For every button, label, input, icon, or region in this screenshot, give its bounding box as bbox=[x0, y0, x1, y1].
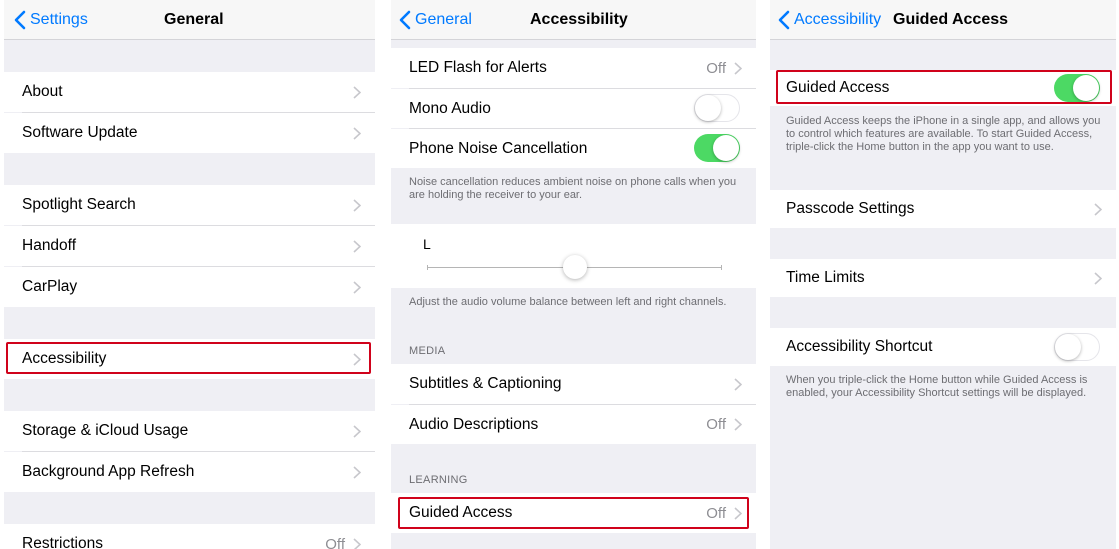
chevron-right-icon bbox=[1094, 271, 1102, 285]
row-background-refresh[interactable]: Background App Refresh bbox=[4, 452, 375, 492]
row-label: Accessibility bbox=[22, 350, 107, 367]
row-phone-noise: Phone Noise Cancellation bbox=[391, 129, 756, 168]
page-title: General bbox=[164, 11, 224, 28]
row-led-flash[interactable]: LED Flash for Alerts Off bbox=[391, 48, 756, 88]
nav-bar: Accessibility Guided Access bbox=[770, 0, 1116, 40]
row-label: LED Flash for Alerts bbox=[409, 59, 547, 76]
row-label: Guided Access bbox=[786, 79, 890, 96]
guided-access-panel: Accessibility Guided Access Guided Acces… bbox=[770, 0, 1116, 549]
row-value: Off bbox=[706, 504, 726, 522]
back-label: Accessibility bbox=[794, 11, 882, 28]
chevron-right-icon bbox=[353, 198, 361, 212]
back-button[interactable]: General bbox=[399, 0, 472, 40]
row-subtitles[interactable]: Subtitles & Captioning bbox=[391, 364, 756, 404]
row-label: Mono Audio bbox=[409, 99, 491, 117]
row-label: Storage & iCloud Usage bbox=[22, 422, 189, 439]
row-storage-icloud[interactable]: Storage & iCloud Usage bbox=[4, 411, 375, 451]
accessibility-settings-panel: General Accessibility LED Flash for Aler… bbox=[391, 0, 756, 549]
track-tick bbox=[427, 265, 428, 270]
chevron-right-icon bbox=[734, 61, 742, 75]
row-spotlight-search[interactable]: Spotlight Search bbox=[4, 185, 375, 225]
row-label: Passcode Settings bbox=[786, 200, 915, 217]
row-label: About bbox=[22, 83, 63, 100]
section-header-media: MEDIA bbox=[409, 345, 446, 357]
row-label: Accessibility Shortcut bbox=[786, 338, 933, 355]
chevron-right-icon bbox=[734, 418, 742, 431]
accessibility-shortcut-toggle[interactable] bbox=[1054, 333, 1100, 361]
row-about[interactable]: About bbox=[4, 72, 375, 112]
chevron-right-icon bbox=[353, 126, 361, 140]
row-label: Restrictions bbox=[22, 535, 103, 549]
back-label: General bbox=[415, 11, 472, 28]
left-channel-label: L bbox=[423, 236, 431, 252]
balance-footnote: Adjust the audio volume balance between … bbox=[409, 296, 727, 308]
chevron-right-icon bbox=[353, 85, 361, 99]
guided-footnote: Guided Access keeps the iPhone in a sing… bbox=[786, 115, 1101, 153]
row-restrictions[interactable]: Restrictions Off bbox=[4, 524, 375, 549]
row-mono-audio: Mono Audio bbox=[391, 89, 756, 128]
row-label: Guided Access bbox=[409, 504, 513, 521]
chevron-right-icon bbox=[353, 465, 361, 479]
row-handoff[interactable]: Handoff bbox=[4, 226, 375, 266]
row-accessibility[interactable]: Accessibility bbox=[4, 339, 375, 379]
mono-audio-toggle[interactable] bbox=[694, 94, 740, 122]
page-title: Accessibility bbox=[530, 11, 628, 28]
chevron-left-icon bbox=[14, 10, 26, 30]
row-software-update[interactable]: Software Update bbox=[4, 113, 375, 153]
chevron-right-icon bbox=[353, 239, 361, 253]
row-guided-access[interactable]: Guided Access Off bbox=[391, 493, 756, 533]
shortcut-footnote: When you triple-click the Home button wh… bbox=[786, 374, 1088, 399]
row-value: Off bbox=[706, 59, 726, 77]
chevron-right-icon bbox=[734, 506, 742, 520]
back-button[interactable]: Settings bbox=[14, 0, 88, 40]
chevron-right-icon bbox=[353, 352, 361, 366]
chevron-right-icon bbox=[1094, 202, 1102, 216]
row-value: Off bbox=[706, 416, 726, 433]
row-accessibility-shortcut: Accessibility Shortcut bbox=[770, 328, 1116, 366]
section-header-learning: LEARNING bbox=[409, 474, 468, 486]
chevron-right-icon bbox=[353, 537, 361, 549]
chevron-right-icon bbox=[353, 424, 361, 438]
balance-slider-knob[interactable] bbox=[562, 255, 587, 279]
page-title: Guided Access bbox=[893, 11, 1009, 28]
chevron-left-icon bbox=[399, 10, 411, 30]
row-label: Software Update bbox=[22, 124, 138, 141]
row-label: CarPlay bbox=[22, 278, 78, 295]
phone-noise-toggle[interactable] bbox=[694, 134, 740, 162]
row-label: Background App Refresh bbox=[22, 463, 195, 480]
nav-bar: General Accessibility bbox=[391, 0, 756, 40]
row-audio-descriptions[interactable]: Audio Descriptions Off bbox=[391, 405, 756, 444]
row-label: Time Limits bbox=[786, 269, 865, 286]
row-label: Phone Noise Cancellation bbox=[409, 139, 588, 157]
row-label: Subtitles & Captioning bbox=[409, 375, 562, 392]
noise-footnote: Noise cancellation reduces ambient noise… bbox=[409, 176, 737, 201]
row-value: Off bbox=[325, 535, 345, 549]
guided-access-toggle[interactable] bbox=[1054, 74, 1100, 102]
row-carplay[interactable]: CarPlay bbox=[4, 267, 375, 307]
general-settings-panel: Settings General About Software Update S… bbox=[4, 0, 375, 549]
track-tick bbox=[721, 265, 722, 270]
chevron-left-icon bbox=[778, 10, 790, 30]
row-passcode-settings[interactable]: Passcode Settings bbox=[770, 190, 1116, 228]
row-label: Spotlight Search bbox=[22, 196, 136, 213]
chevron-right-icon bbox=[353, 280, 361, 294]
row-guided-access-toggle: Guided Access bbox=[770, 70, 1116, 106]
row-time-limits[interactable]: Time Limits bbox=[770, 259, 1116, 297]
row-balance-slider: L bbox=[391, 224, 756, 288]
row-label: Audio Descriptions bbox=[409, 415, 539, 433]
chevron-right-icon bbox=[734, 377, 742, 391]
nav-bar: Settings General bbox=[4, 0, 375, 40]
back-button[interactable]: Accessibility bbox=[778, 0, 881, 40]
back-label: Settings bbox=[30, 11, 88, 28]
row-label: Handoff bbox=[22, 237, 77, 254]
